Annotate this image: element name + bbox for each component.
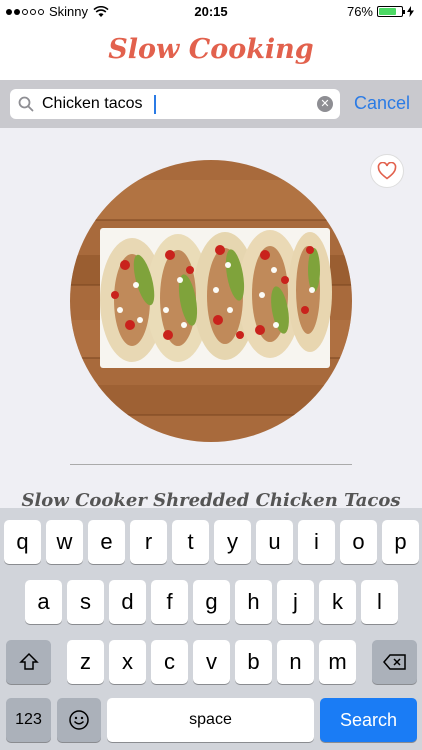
tacos-image <box>70 160 352 442</box>
app-header: Slow Cooking <box>0 24 422 80</box>
battery-percent: 76% <box>346 4 373 19</box>
app-title: Slow Cooking <box>108 34 314 65</box>
key-r[interactable]: r <box>130 520 167 564</box>
key-y[interactable]: y <box>214 520 251 564</box>
key-l[interactable]: l <box>361 580 398 624</box>
battery-icon <box>377 6 405 17</box>
key-v[interactable]: v <box>193 640 230 684</box>
backspace-icon <box>382 654 406 670</box>
key-p[interactable]: p <box>382 520 419 564</box>
numbers-key[interactable]: 123 <box>6 698 51 742</box>
heart-icon <box>377 162 397 180</box>
key-q[interactable]: q <box>4 520 41 564</box>
key-m[interactable]: m <box>319 640 356 684</box>
keyboard: qwertyuiop asdfghjkl zxcvbnm 123 space S… <box>0 508 422 750</box>
search-icon <box>18 96 34 112</box>
search-bar: ✕ Cancel <box>0 80 422 128</box>
key-g[interactable]: g <box>193 580 230 624</box>
key-z[interactable]: z <box>67 640 104 684</box>
key-a[interactable]: a <box>25 580 62 624</box>
emoji-key[interactable] <box>57 698 101 742</box>
key-t[interactable]: t <box>172 520 209 564</box>
key-b[interactable]: b <box>235 640 272 684</box>
key-d[interactable]: d <box>109 580 146 624</box>
key-s[interactable]: s <box>67 580 104 624</box>
recipe-photo[interactable] <box>70 160 352 442</box>
text-cursor <box>154 95 156 114</box>
search-input[interactable] <box>42 89 312 119</box>
space-key[interactable]: space <box>107 698 314 742</box>
shift-icon <box>18 652 39 670</box>
key-n[interactable]: n <box>277 640 314 684</box>
key-f[interactable]: f <box>151 580 188 624</box>
key-x[interactable]: x <box>109 640 146 684</box>
cancel-button[interactable]: Cancel <box>354 93 410 114</box>
key-k[interactable]: k <box>319 580 356 624</box>
emoji-icon <box>69 710 89 730</box>
charging-icon <box>407 6 414 17</box>
key-i[interactable]: i <box>298 520 335 564</box>
key-w[interactable]: w <box>46 520 83 564</box>
status-bar: Skinny 20:15 76% <box>0 0 422 24</box>
key-u[interactable]: u <box>256 520 293 564</box>
key-j[interactable]: j <box>277 580 314 624</box>
status-right: 76% <box>347 4 414 19</box>
key-e[interactable]: e <box>88 520 125 564</box>
key-o[interactable]: o <box>340 520 377 564</box>
shift-key[interactable] <box>6 640 51 684</box>
divider <box>70 464 352 465</box>
search-field[interactable]: ✕ <box>10 89 340 119</box>
favorite-button[interactable] <box>370 154 404 188</box>
clear-icon[interactable]: ✕ <box>317 96 333 112</box>
key-c[interactable]: c <box>151 640 188 684</box>
backspace-key[interactable] <box>372 640 417 684</box>
recipe-title[interactable]: Slow Cooker Shredded Chicken Tacos <box>0 490 422 508</box>
key-h[interactable]: h <box>235 580 272 624</box>
recipe-card[interactable]: Slow Cooker Shredded Chicken Tacos <box>0 128 422 508</box>
search-key[interactable]: Search <box>320 698 417 742</box>
